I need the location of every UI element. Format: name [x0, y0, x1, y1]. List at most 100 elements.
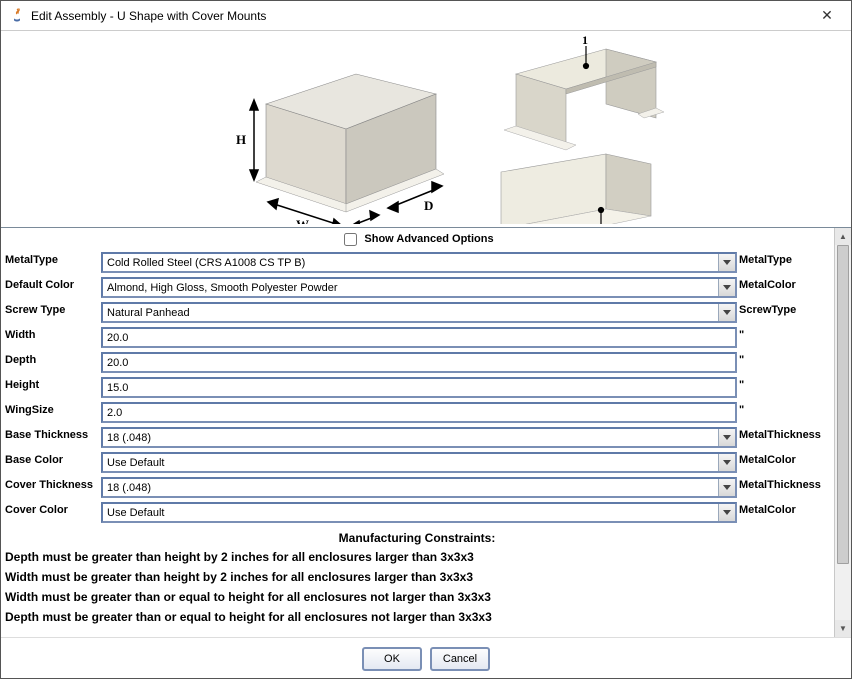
property-label-left: Screw Type — [1, 300, 101, 325]
diagram-label-W: W — [296, 217, 309, 224]
vertical-scrollbar[interactable]: ▲ ▼ — [834, 228, 851, 637]
property-field: 15.0 — [101, 375, 737, 400]
window-title: Edit Assembly - U Shape with Cover Mount… — [31, 9, 811, 23]
property-label-left: Base Color — [1, 450, 101, 475]
text-input[interactable]: 2.0 — [101, 402, 737, 423]
combo-box[interactable]: Almond, High Gloss, Smooth Polyester Pow… — [101, 277, 737, 298]
combo-box[interactable]: Cold Rolled Steel (CRS A1008 CS TP B) — [101, 252, 737, 273]
property-field: 20.0 — [101, 350, 737, 375]
property-label-left: WingSize — [1, 400, 101, 425]
constraint-line: Width must be greater than height by 2 i… — [1, 567, 833, 587]
combo-box[interactable]: Use Default — [101, 502, 737, 523]
property-label-left: MetalType — [1, 250, 101, 275]
show-advanced-checkbox[interactable] — [344, 233, 357, 246]
titlebar: Edit Assembly - U Shape with Cover Mount… — [1, 1, 851, 31]
scroll-track[interactable] — [835, 245, 851, 620]
property-label-right: MetalType — [737, 250, 833, 275]
combo-value: Natural Panhead — [107, 307, 190, 319]
property-label-right: " — [737, 400, 833, 425]
property-field: Natural Panhead — [101, 300, 737, 325]
property-row: Base Thickness 18 (.048) MetalThickness — [1, 425, 833, 450]
property-label-left: Height — [1, 375, 101, 400]
property-label-left: Width — [1, 325, 101, 350]
property-row: Screw Type Natural Panhead ScrewType — [1, 300, 833, 325]
property-row: Depth 20.0 " — [1, 350, 833, 375]
property-label-right: MetalColor — [737, 450, 833, 475]
combo-box[interactable]: 18 (.048) — [101, 427, 737, 448]
property-grid: MetalType Cold Rolled Steel (CRS A1008 CS… — [1, 250, 833, 525]
ok-button[interactable]: OK — [362, 647, 422, 671]
property-label-right: " — [737, 350, 833, 375]
chevron-down-icon[interactable] — [718, 479, 735, 496]
property-field: 18 (.048) — [101, 475, 737, 500]
property-label-left: Depth — [1, 350, 101, 375]
java-icon — [9, 8, 25, 24]
property-row: Width 20.0 " — [1, 325, 833, 350]
property-field: 20.0 — [101, 325, 737, 350]
scroll-thumb[interactable] — [837, 245, 849, 564]
combo-value: Use Default — [107, 507, 164, 519]
text-input[interactable]: 20.0 — [101, 327, 737, 348]
constraint-line: Depth must be greater than or equal to h… — [1, 607, 833, 627]
form-scrollpane: Show Advanced Options MetalType Cold Roll… — [1, 227, 851, 637]
property-label-left: Default Color — [1, 275, 101, 300]
dialog-buttonbar: OK Cancel — [1, 637, 851, 679]
property-label-right: MetalThickness — [737, 425, 833, 450]
text-input-value: 20.0 — [107, 332, 128, 344]
combo-value: 18 (.048) — [107, 482, 151, 494]
chevron-down-icon[interactable] — [718, 429, 735, 446]
text-input-value: 2.0 — [107, 407, 122, 419]
chevron-down-icon[interactable] — [718, 279, 735, 296]
scroll-down-icon[interactable]: ▼ — [835, 620, 851, 637]
advanced-options-row: Show Advanced Options — [1, 228, 833, 250]
property-row: Cover Color Use Default MetalColor — [1, 500, 833, 525]
property-row: Default ColorAlmond, High Gloss, Smooth … — [1, 275, 833, 300]
property-label-right: ScrewType — [737, 300, 833, 325]
property-label-left: Base Thickness — [1, 425, 101, 450]
property-label-right: " — [737, 325, 833, 350]
combo-box[interactable]: Use Default — [101, 452, 737, 473]
combo-box[interactable]: 18 (.048) — [101, 477, 737, 498]
dialog-content: H W D F — [1, 31, 851, 679]
constraint-line: Width must be greater than or equal to h… — [1, 587, 833, 607]
chevron-down-icon[interactable] — [718, 504, 735, 521]
property-label-left: Cover Thickness — [1, 475, 101, 500]
close-icon[interactable]: ✕ — [811, 7, 843, 24]
property-label-right: MetalColor — [737, 275, 833, 300]
constraints-list: Depth must be greater than height by 2 i… — [1, 547, 833, 627]
property-row: Cover Thickness 18 (.048) MetalThickness — [1, 475, 833, 500]
diagram-label-H: H — [236, 132, 246, 147]
combo-value: Use Default — [107, 457, 164, 469]
constraint-line: Depth must be greater than height by 2 i… — [1, 547, 833, 567]
property-label-right: MetalColor — [737, 500, 833, 525]
assembly-diagram: H W D F — [1, 31, 851, 227]
text-input-value: 15.0 — [107, 382, 128, 394]
text-input-value: 20.0 — [107, 357, 128, 369]
property-field: Almond, High Gloss, Smooth Polyester Pow… — [101, 275, 737, 300]
combo-box[interactable]: Natural Panhead — [101, 302, 737, 323]
property-field: Use Default — [101, 450, 737, 475]
show-advanced-label: Show Advanced Options — [364, 233, 493, 245]
scroll-up-icon[interactable]: ▲ — [835, 228, 851, 245]
property-label-right: " — [737, 375, 833, 400]
combo-value: 18 (.048) — [107, 432, 151, 444]
property-field: 2.0 — [101, 400, 737, 425]
text-input[interactable]: 20.0 — [101, 352, 737, 373]
chevron-down-icon[interactable] — [718, 304, 735, 321]
diagram-label-D: D — [424, 198, 433, 213]
text-input[interactable]: 15.0 — [101, 377, 737, 398]
property-row: Base Color Use Default MetalColor — [1, 450, 833, 475]
chevron-down-icon[interactable] — [718, 254, 735, 271]
property-row: MetalType Cold Rolled Steel (CRS A1008 CS… — [1, 250, 833, 275]
property-label-right: MetalThickness — [737, 475, 833, 500]
property-field: 18 (.048) — [101, 425, 737, 450]
diagram-label-1: 1 — [582, 34, 588, 47]
property-field: Cold Rolled Steel (CRS A1008 CS TP B) — [101, 250, 737, 275]
constraints-heading: Manufacturing Constraints: — [1, 525, 833, 547]
property-label-left: Cover Color — [1, 500, 101, 525]
cancel-button[interactable]: Cancel — [430, 647, 490, 671]
property-field: Use Default — [101, 500, 737, 525]
combo-value: Cold Rolled Steel (CRS A1008 CS TP B) — [107, 257, 305, 269]
chevron-down-icon[interactable] — [718, 454, 735, 471]
property-row: Height 15.0 " — [1, 375, 833, 400]
